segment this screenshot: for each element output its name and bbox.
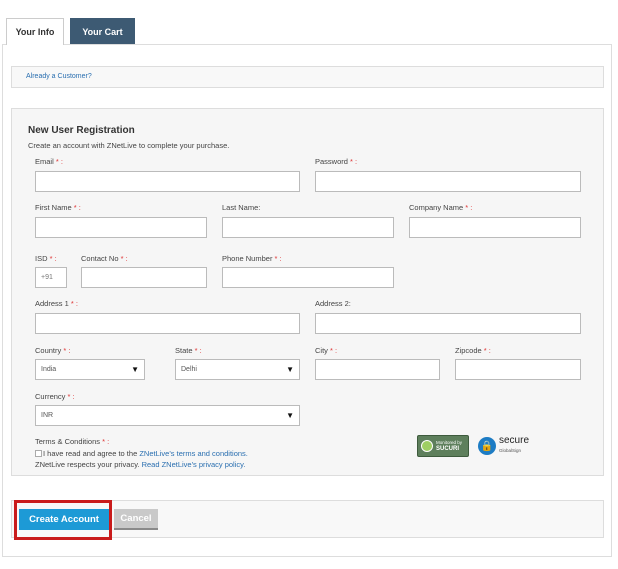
isd-input[interactable]: +91 — [35, 267, 67, 288]
currency-label: Currency * : — [35, 392, 75, 401]
sucuri-badge: Monitored by SUCURI — [417, 435, 469, 457]
address1-label: Address 1 * : — [35, 299, 78, 308]
last-name-input[interactable] — [222, 217, 394, 238]
dropdown-arrow-icon: ▼ — [131, 365, 139, 374]
dropdown-arrow-icon: ▼ — [286, 411, 294, 420]
create-account-button[interactable]: Create Account — [19, 509, 109, 530]
password-label: Password * : — [315, 157, 358, 166]
sucuri-shield-icon — [421, 440, 433, 452]
contact-no-input[interactable] — [81, 267, 207, 288]
zipcode-label: Zipcode * : — [455, 346, 491, 355]
form-title: New User Registration — [28, 125, 135, 136]
address2-input[interactable] — [315, 313, 581, 334]
tab-your-cart[interactable]: Your Cart — [70, 18, 135, 45]
currency-value: INR — [41, 412, 54, 419]
state-label: State * : — [175, 346, 202, 355]
address2-label: Address 2: — [315, 299, 351, 308]
terms-checkbox[interactable] — [35, 450, 42, 457]
company-name-label: Company Name * : — [409, 203, 473, 212]
state-value: Delhi — [181, 366, 197, 373]
terms-link[interactable]: ZNetLive's terms and conditions. — [139, 449, 248, 458]
state-select[interactable]: Delhi ▼ — [175, 359, 300, 380]
company-name-input[interactable] — [409, 217, 581, 238]
lock-icon: 🔒 — [478, 437, 496, 455]
country-value: India — [41, 366, 57, 373]
dropdown-arrow-icon: ▼ — [286, 365, 294, 374]
city-input[interactable] — [315, 359, 440, 380]
address1-input[interactable] — [35, 313, 300, 334]
first-name-label: First Name * : — [35, 203, 81, 212]
terms-text: I have read and agree to the ZNetLive's … — [43, 449, 248, 458]
contact-no-label: Contact No * : — [81, 254, 128, 263]
first-name-input[interactable] — [35, 217, 207, 238]
privacy-policy-link[interactable]: Read ZNetLive's privacy policy. — [142, 460, 246, 469]
form-subtitle: Create an account with ZNetLive to compl… — [28, 141, 230, 150]
terms-label: Terms & Conditions * : — [35, 437, 110, 446]
globalsign-text: secure GlobalSign — [499, 435, 530, 454]
tab-your-info[interactable]: Your Info — [6, 18, 64, 45]
already-customer-link[interactable]: Already a Customer? — [26, 73, 92, 80]
privacy-text: ZNetLive respects your privacy. Read ZNe… — [35, 460, 246, 469]
password-input[interactable] — [315, 171, 581, 192]
email-input[interactable] — [35, 171, 300, 192]
country-select[interactable]: India ▼ — [35, 359, 145, 380]
isd-label: ISD * : — [35, 254, 57, 263]
form-actions-bar: Create Account Cancel — [11, 500, 604, 538]
registration-panel: Already a Customer? New User Registratio… — [2, 44, 612, 557]
country-label: Country * : — [35, 346, 71, 355]
globalsign-badge: 🔒 secure GlobalSign — [478, 433, 536, 459]
city-label: City * : — [315, 346, 338, 355]
zipcode-input[interactable] — [455, 359, 581, 380]
sucuri-badge-text: Monitored by SUCURI — [436, 440, 463, 452]
email-label: Email * : — [35, 157, 63, 166]
cancel-button[interactable]: Cancel — [114, 509, 158, 530]
phone-number-input[interactable] — [222, 267, 394, 288]
currency-select[interactable]: INR ▼ — [35, 405, 300, 426]
phone-number-label: Phone Number * : — [222, 254, 282, 263]
new-user-registration-form: New User Registration Create an account … — [11, 108, 604, 476]
existing-customer-bar: Already a Customer? — [11, 66, 604, 88]
last-name-label: Last Name: — [222, 203, 261, 212]
